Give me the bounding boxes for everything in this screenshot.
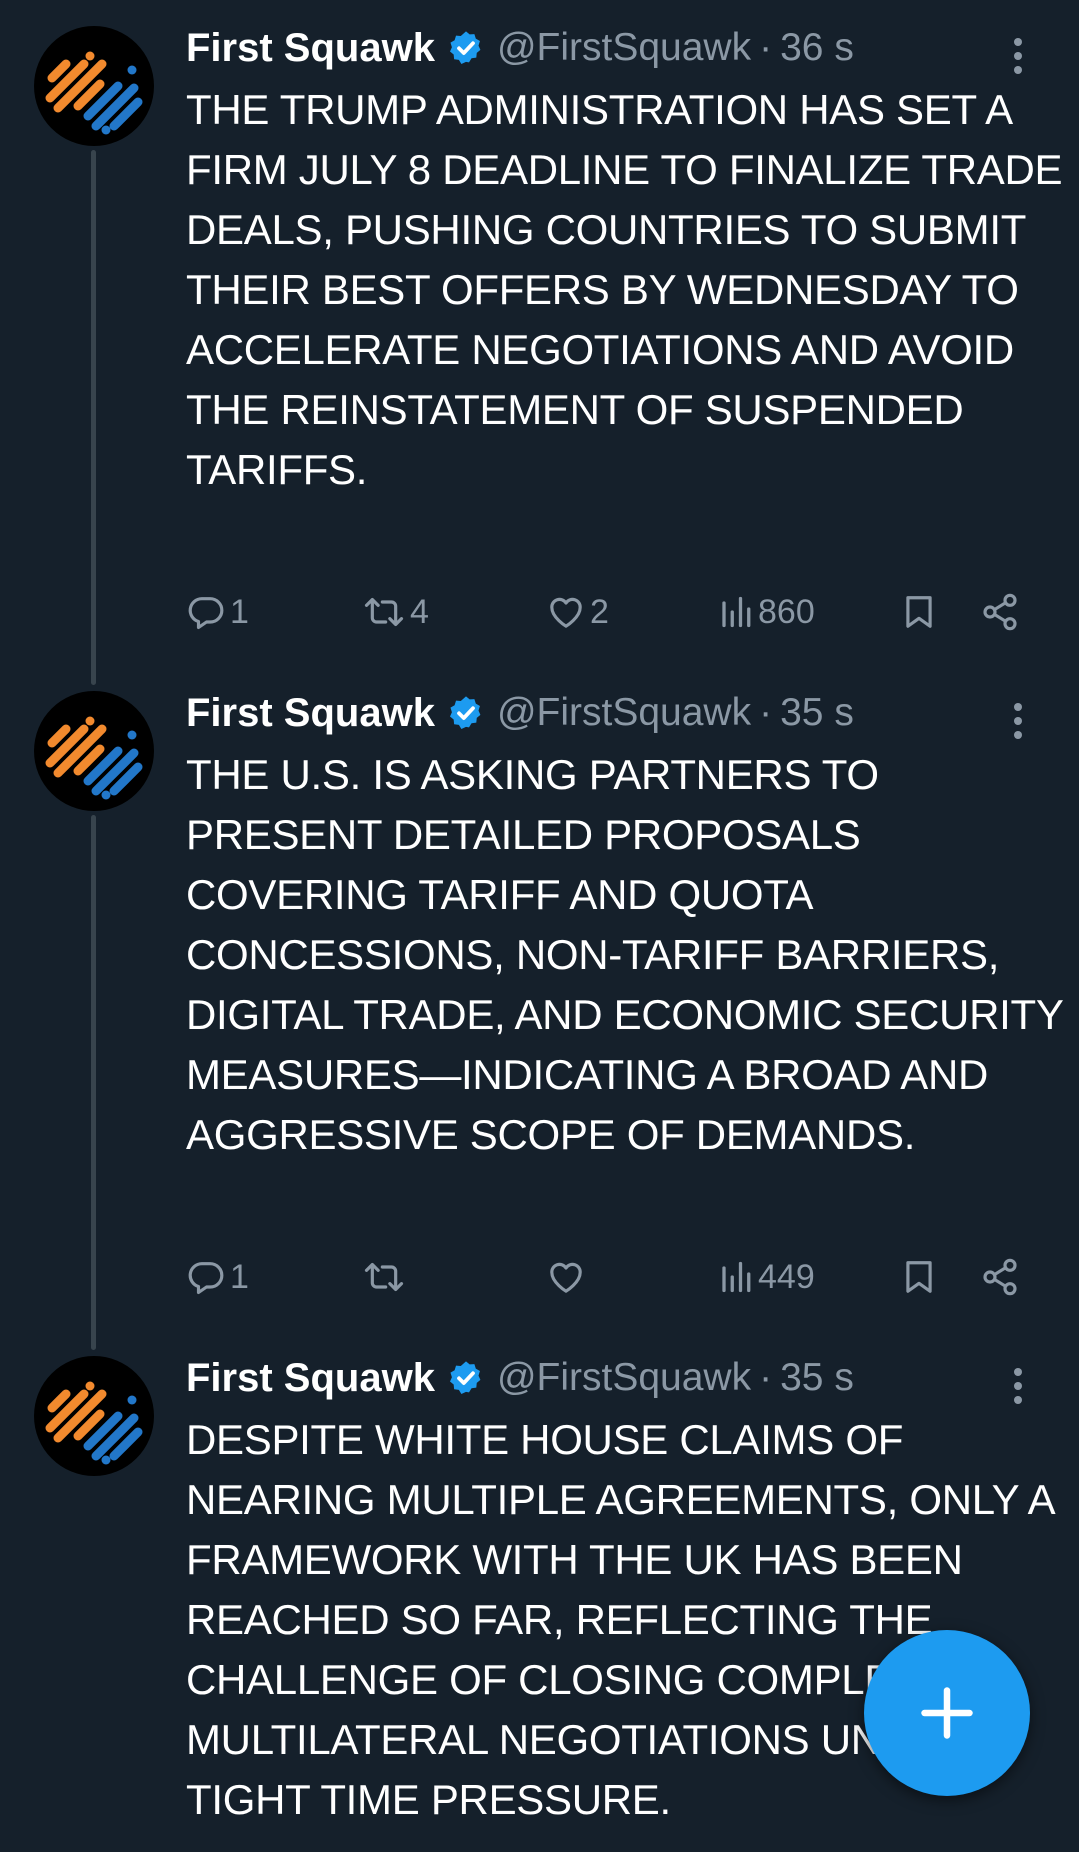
timeline: First Squawk @FirstSquawk · 36 s THE TRU… (0, 0, 1079, 1852)
heart-icon (550, 597, 582, 628)
tweet-header: First Squawk @FirstSquawk · 35 s (186, 683, 1036, 743)
first-squawk-logo-icon (45, 51, 143, 135)
first-squawk-logo-icon (45, 716, 143, 800)
author-handle[interactable]: @FirstSquawk (497, 691, 751, 735)
views-icon (722, 1261, 751, 1293)
author-handle[interactable]: @FirstSquawk (497, 26, 751, 70)
separator-dot: · (759, 26, 773, 69)
views-button[interactable]: 860 (718, 584, 815, 640)
verified-badge-icon (447, 29, 485, 67)
more-vertical-icon[interactable] (998, 34, 1038, 78)
avatar[interactable] (34, 1356, 154, 1476)
tweet[interactable]: First Squawk @FirstSquawk · 35 s THE U.S… (0, 665, 1079, 1350)
bookmark-button[interactable] (900, 1249, 938, 1305)
tweet-timestamp[interactable]: 36 s (780, 26, 854, 70)
author-handle[interactable]: @FirstSquawk (497, 1356, 751, 1400)
verified-badge-icon (447, 1359, 485, 1397)
bookmark-button[interactable] (900, 584, 938, 640)
retweet-button[interactable]: 4 (362, 584, 429, 640)
tweet-text: THE U.S. IS ASKING PARTNERS TO PRESENT D… (186, 751, 1063, 1158)
reply-icon (188, 597, 224, 630)
reply-icon (188, 1262, 224, 1295)
compose-button[interactable] (864, 1630, 1030, 1796)
tweet-timestamp[interactable]: 35 s (780, 1356, 854, 1400)
like-button[interactable]: 2 (546, 584, 609, 640)
tweet[interactable]: First Squawk @FirstSquawk · 36 s THE TRU… (0, 0, 1079, 685)
reply-count: 1 (230, 592, 249, 631)
tweet-header: First Squawk @FirstSquawk · 36 s (186, 18, 1036, 78)
tweet-timestamp[interactable]: 35 s (780, 691, 854, 735)
bookmark-icon (906, 1261, 932, 1293)
tweet-actions: 1 449 (186, 1249, 1036, 1305)
avatar[interactable] (34, 691, 154, 811)
reply-button[interactable]: 1 (186, 584, 249, 640)
heart-icon (550, 1262, 582, 1293)
retweet-icon (364, 597, 404, 627)
avatar[interactable] (34, 26, 154, 146)
share-icon (983, 1258, 1017, 1296)
author-name[interactable]: First Squawk (186, 26, 435, 71)
plus-icon (921, 1687, 973, 1739)
retweet-button[interactable] (362, 1249, 410, 1305)
share-icon (983, 593, 1017, 631)
tweet-actions: 1 4 2 860 (186, 584, 1036, 640)
bookmark-icon (906, 596, 932, 628)
more-vertical-icon[interactable] (998, 1364, 1038, 1408)
thread-connector-line (91, 150, 96, 685)
verified-badge-icon (447, 694, 485, 732)
separator-dot: · (759, 691, 773, 734)
views-icon (722, 596, 751, 628)
share-button[interactable] (980, 584, 1020, 640)
more-vertical-icon[interactable] (998, 699, 1038, 743)
separator-dot: · (759, 1356, 773, 1399)
author-name[interactable]: First Squawk (186, 1356, 435, 1401)
tweet-text: THE TRUMP ADMINISTRATION HAS SET A FIRM … (186, 86, 1063, 493)
like-button[interactable] (546, 1249, 590, 1305)
share-button[interactable] (980, 1249, 1020, 1305)
reply-button[interactable]: 1 (186, 1249, 249, 1305)
retweet-icon (364, 1262, 404, 1292)
thread-connector-line (91, 815, 96, 1350)
reply-count: 1 (230, 1257, 249, 1296)
views-button[interactable]: 449 (718, 1249, 815, 1305)
author-name[interactable]: First Squawk (186, 691, 435, 736)
like-count: 2 (590, 592, 609, 631)
view-count: 449 (758, 1257, 815, 1296)
view-count: 860 (758, 592, 815, 631)
first-squawk-logo-icon (45, 1381, 143, 1465)
tweet-header: First Squawk @FirstSquawk · 35 s (186, 1348, 1036, 1408)
retweet-count: 4 (410, 592, 429, 631)
